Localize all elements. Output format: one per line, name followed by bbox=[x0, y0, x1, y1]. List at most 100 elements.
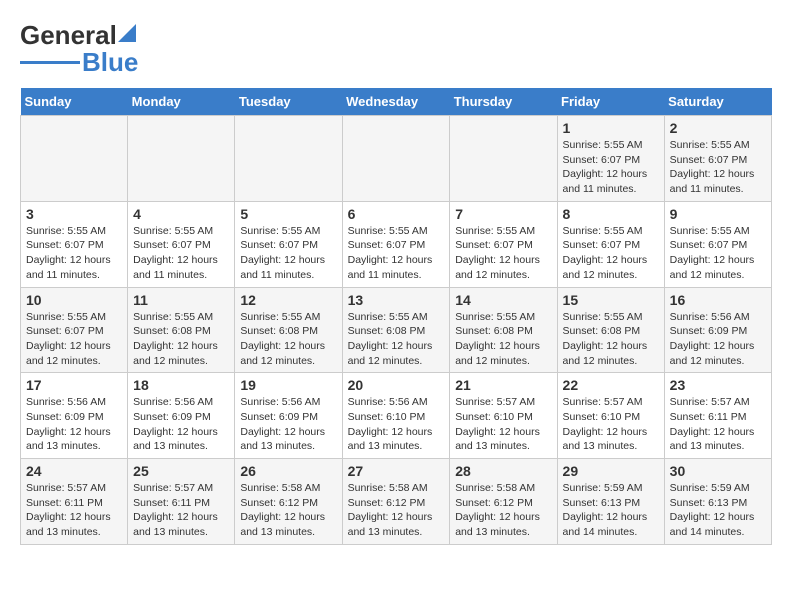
day-number: 17 bbox=[26, 377, 122, 393]
day-info: Sunrise: 5:58 AM Sunset: 6:12 PM Dayligh… bbox=[240, 481, 336, 540]
day-info: Sunrise: 5:56 AM Sunset: 6:09 PM Dayligh… bbox=[133, 395, 229, 454]
day-number: 22 bbox=[563, 377, 659, 393]
calendar-cell: 9 Sunrise: 5:55 AM Sunset: 6:07 PM Daylig… bbox=[664, 201, 771, 287]
day-info: Sunrise: 5:59 AM Sunset: 6:13 PM Dayligh… bbox=[563, 481, 659, 540]
day-info: Sunrise: 5:55 AM Sunset: 6:07 PM Dayligh… bbox=[563, 138, 659, 197]
calendar-table: SundayMondayTuesdayWednesdayThursdayFrid… bbox=[20, 88, 772, 545]
calendar-cell: 17 Sunrise: 5:56 AM Sunset: 6:09 PM Dayli… bbox=[21, 373, 128, 459]
day-info: Sunrise: 5:56 AM Sunset: 6:10 PM Dayligh… bbox=[348, 395, 445, 454]
day-number: 7 bbox=[455, 206, 551, 222]
calendar-week-2: 3 Sunrise: 5:55 AM Sunset: 6:07 PM Daylig… bbox=[21, 201, 772, 287]
day-number: 18 bbox=[133, 377, 229, 393]
day-info: Sunrise: 5:55 AM Sunset: 6:08 PM Dayligh… bbox=[133, 310, 229, 369]
day-number: 5 bbox=[240, 206, 336, 222]
calendar-cell: 16Sunrise: 5:56 AM Sunset: 6:09 PM Dayli… bbox=[664, 287, 771, 373]
calendar-cell: 2 Sunrise: 5:55 AM Sunset: 6:07 PM Daylig… bbox=[664, 116, 771, 202]
day-info: Sunrise: 5:57 AM Sunset: 6:11 PM Dayligh… bbox=[26, 481, 122, 540]
day-number: 29 bbox=[563, 463, 659, 479]
logo-blue: Blue bbox=[82, 47, 138, 78]
day-number: 16 bbox=[670, 292, 766, 308]
day-number: 3 bbox=[26, 206, 122, 222]
day-number: 10 bbox=[26, 292, 122, 308]
day-info: Sunrise: 5:57 AM Sunset: 6:10 PM Dayligh… bbox=[455, 395, 551, 454]
calendar-cell: 18 Sunrise: 5:56 AM Sunset: 6:09 PM Dayli… bbox=[128, 373, 235, 459]
calendar-cell: 7 Sunrise: 5:55 AM Sunset: 6:07 PM Daylig… bbox=[450, 201, 557, 287]
weekday-header-tuesday: Tuesday bbox=[235, 88, 342, 116]
calendar-cell bbox=[450, 116, 557, 202]
calendar-cell: 10 Sunrise: 5:55 AM Sunset: 6:07 PM Dayli… bbox=[21, 287, 128, 373]
day-number: 21 bbox=[455, 377, 551, 393]
calendar-week-1: 1 Sunrise: 5:55 AM Sunset: 6:07 PM Daylig… bbox=[21, 116, 772, 202]
day-number: 30 bbox=[670, 463, 766, 479]
day-info: Sunrise: 5:58 AM Sunset: 6:12 PM Dayligh… bbox=[348, 481, 445, 540]
day-info: Sunrise: 5:55 AM Sunset: 6:07 PM Dayligh… bbox=[563, 224, 659, 283]
day-info: Sunrise: 5:55 AM Sunset: 6:07 PM Dayligh… bbox=[26, 310, 122, 369]
calendar-cell: 28 Sunrise: 5:58 AM Sunset: 6:12 PM Dayli… bbox=[450, 459, 557, 545]
day-info: Sunrise: 5:57 AM Sunset: 6:10 PM Dayligh… bbox=[563, 395, 659, 454]
calendar-cell bbox=[128, 116, 235, 202]
day-info: Sunrise: 5:56 AM Sunset: 6:09 PM Dayligh… bbox=[26, 395, 122, 454]
weekday-header-saturday: Saturday bbox=[664, 88, 771, 116]
calendar-cell: 27 Sunrise: 5:58 AM Sunset: 6:12 PM Dayli… bbox=[342, 459, 450, 545]
day-number: 24 bbox=[26, 463, 122, 479]
calendar-cell: 8 Sunrise: 5:55 AM Sunset: 6:07 PM Daylig… bbox=[557, 201, 664, 287]
logo: General Blue bbox=[20, 20, 138, 78]
day-number: 13 bbox=[348, 292, 445, 308]
calendar-cell: 23 Sunrise: 5:57 AM Sunset: 6:11 PM Dayli… bbox=[664, 373, 771, 459]
day-number: 26 bbox=[240, 463, 336, 479]
day-number: 2 bbox=[670, 120, 766, 136]
day-number: 23 bbox=[670, 377, 766, 393]
calendar-cell: 1 Sunrise: 5:55 AM Sunset: 6:07 PM Daylig… bbox=[557, 116, 664, 202]
day-number: 20 bbox=[348, 377, 445, 393]
day-info: Sunrise: 5:56 AM Sunset: 6:09 PM Dayligh… bbox=[240, 395, 336, 454]
calendar-cell: 26 Sunrise: 5:58 AM Sunset: 6:12 PM Dayli… bbox=[235, 459, 342, 545]
calendar-cell: 25Sunrise: 5:57 AM Sunset: 6:11 PM Dayli… bbox=[128, 459, 235, 545]
calendar-cell: 24 Sunrise: 5:57 AM Sunset: 6:11 PM Dayli… bbox=[21, 459, 128, 545]
calendar-cell: 6Sunrise: 5:55 AM Sunset: 6:07 PM Daylig… bbox=[342, 201, 450, 287]
calendar-cell: 14Sunrise: 5:55 AM Sunset: 6:08 PM Dayli… bbox=[450, 287, 557, 373]
calendar-header-row: SundayMondayTuesdayWednesdayThursdayFrid… bbox=[21, 88, 772, 116]
calendar-week-4: 17 Sunrise: 5:56 AM Sunset: 6:09 PM Dayli… bbox=[21, 373, 772, 459]
day-info: Sunrise: 5:55 AM Sunset: 6:08 PM Dayligh… bbox=[455, 310, 551, 369]
day-number: 25 bbox=[133, 463, 229, 479]
calendar-cell: 15 Sunrise: 5:55 AM Sunset: 6:08 PM Dayli… bbox=[557, 287, 664, 373]
day-info: Sunrise: 5:55 AM Sunset: 6:07 PM Dayligh… bbox=[670, 224, 766, 283]
logo-underline bbox=[20, 61, 80, 64]
weekday-header-friday: Friday bbox=[557, 88, 664, 116]
day-number: 8 bbox=[563, 206, 659, 222]
day-number: 19 bbox=[240, 377, 336, 393]
day-info: Sunrise: 5:55 AM Sunset: 6:07 PM Dayligh… bbox=[133, 224, 229, 283]
day-info: Sunrise: 5:55 AM Sunset: 6:07 PM Dayligh… bbox=[455, 224, 551, 283]
day-number: 12 bbox=[240, 292, 336, 308]
day-number: 9 bbox=[670, 206, 766, 222]
calendar-cell: 19 Sunrise: 5:56 AM Sunset: 6:09 PM Dayli… bbox=[235, 373, 342, 459]
calendar-cell bbox=[342, 116, 450, 202]
day-number: 28 bbox=[455, 463, 551, 479]
day-number: 15 bbox=[563, 292, 659, 308]
calendar-cell: 4 Sunrise: 5:55 AM Sunset: 6:07 PM Daylig… bbox=[128, 201, 235, 287]
calendar-cell: 12 Sunrise: 5:55 AM Sunset: 6:08 PM Dayli… bbox=[235, 287, 342, 373]
calendar-cell bbox=[21, 116, 128, 202]
calendar-cell: 30 Sunrise: 5:59 AM Sunset: 6:13 PM Dayli… bbox=[664, 459, 771, 545]
day-info: Sunrise: 5:55 AM Sunset: 6:07 PM Dayligh… bbox=[670, 138, 766, 197]
page-header: General Blue bbox=[20, 20, 772, 78]
day-number: 1 bbox=[563, 120, 659, 136]
day-info: Sunrise: 5:55 AM Sunset: 6:07 PM Dayligh… bbox=[348, 224, 445, 283]
day-info: Sunrise: 5:57 AM Sunset: 6:11 PM Dayligh… bbox=[670, 395, 766, 454]
weekday-header-monday: Monday bbox=[128, 88, 235, 116]
logo-triangle-icon bbox=[118, 24, 136, 42]
day-info: Sunrise: 5:55 AM Sunset: 6:08 PM Dayligh… bbox=[348, 310, 445, 369]
day-info: Sunrise: 5:55 AM Sunset: 6:08 PM Dayligh… bbox=[240, 310, 336, 369]
calendar-cell: 3 Sunrise: 5:55 AM Sunset: 6:07 PM Daylig… bbox=[21, 201, 128, 287]
day-number: 11 bbox=[133, 292, 229, 308]
calendar-week-3: 10 Sunrise: 5:55 AM Sunset: 6:07 PM Dayli… bbox=[21, 287, 772, 373]
day-info: Sunrise: 5:58 AM Sunset: 6:12 PM Dayligh… bbox=[455, 481, 551, 540]
calendar-week-5: 24 Sunrise: 5:57 AM Sunset: 6:11 PM Dayli… bbox=[21, 459, 772, 545]
day-info: Sunrise: 5:55 AM Sunset: 6:08 PM Dayligh… bbox=[563, 310, 659, 369]
weekday-header-thursday: Thursday bbox=[450, 88, 557, 116]
day-info: Sunrise: 5:59 AM Sunset: 6:13 PM Dayligh… bbox=[670, 481, 766, 540]
day-number: 27 bbox=[348, 463, 445, 479]
day-info: Sunrise: 5:55 AM Sunset: 6:07 PM Dayligh… bbox=[26, 224, 122, 283]
calendar-cell: 11 Sunrise: 5:55 AM Sunset: 6:08 PM Dayli… bbox=[128, 287, 235, 373]
day-number: 4 bbox=[133, 206, 229, 222]
